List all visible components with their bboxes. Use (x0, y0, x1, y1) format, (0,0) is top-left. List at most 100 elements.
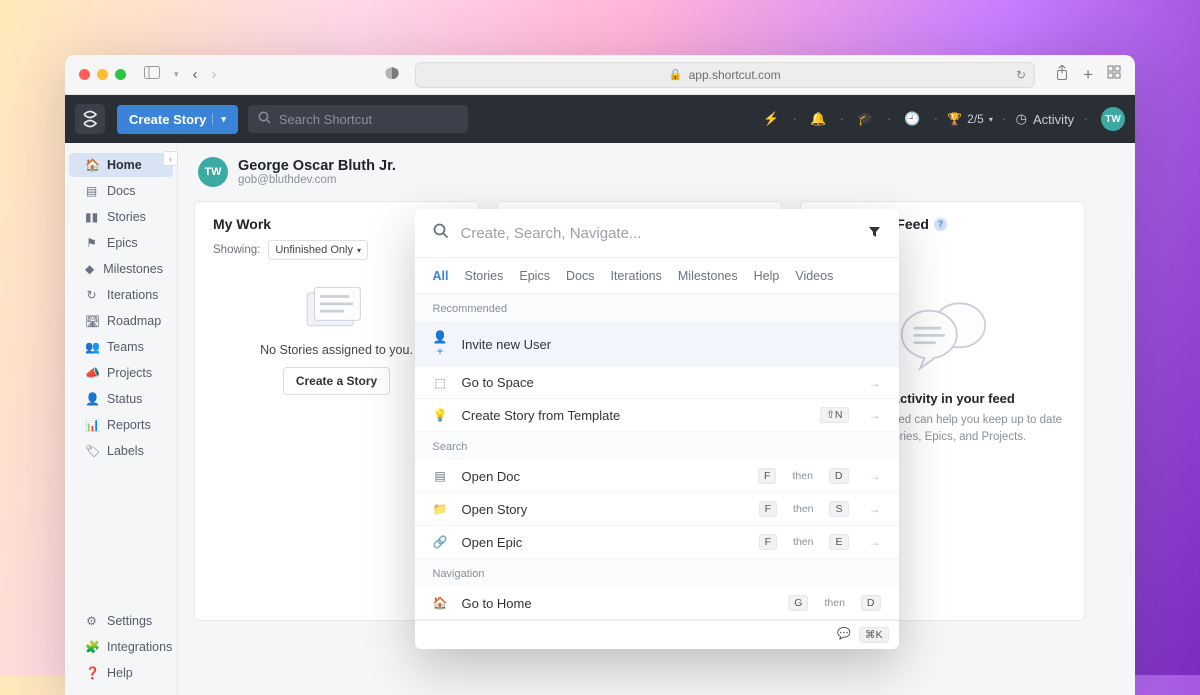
tab-milestones[interactable]: Milestones (678, 269, 738, 283)
forward-icon[interactable]: › (212, 66, 217, 83)
search-input[interactable]: Search Shortcut (248, 105, 468, 133)
sidebar-item-epics[interactable]: ⚑Epics (69, 231, 173, 255)
then-label: then (824, 597, 844, 609)
palette-item-create-template[interactable]: 💡 Create Story from Template ⇧N → (415, 399, 899, 432)
collapse-sidebar-icon[interactable]: ‹ (163, 151, 178, 166)
minimize-window-icon[interactable] (97, 69, 108, 80)
sidebar-item-label: Roadmap (107, 314, 161, 328)
bell-icon[interactable]: 🔔 (806, 111, 830, 127)
sidebar-item-reports[interactable]: 📊Reports (69, 413, 173, 437)
chevron-down-icon[interactable]: ▾ (212, 114, 226, 125)
browser-nav: ▾ ‹ › (144, 66, 217, 84)
sidebar-item-stories[interactable]: ▮▮Stories (69, 205, 173, 229)
then-label: then (793, 536, 813, 548)
sidebar-item-status[interactable]: 👤Status (69, 387, 173, 411)
then-label: then (793, 503, 813, 515)
tab-stories[interactable]: Stories (464, 269, 503, 283)
create-story-button[interactable]: Create a Story (283, 367, 390, 395)
tab-epics[interactable]: Epics (519, 269, 550, 283)
url-bar[interactable]: 🔒 app.shortcut.com ↻ (415, 62, 1036, 88)
palette-item-label: Create Story from Template (462, 408, 807, 423)
close-window-icon[interactable] (79, 69, 90, 80)
back-icon[interactable]: ‹ (193, 66, 198, 83)
arrow-right-icon: → (869, 408, 881, 422)
space-icon: ⬚ (433, 376, 448, 390)
info-icon[interactable]: ? (934, 218, 947, 231)
privacy-icon[interactable] (385, 66, 399, 83)
sidebar-item-help[interactable]: ❓Help (69, 661, 173, 685)
gear-icon: ⚙ (85, 614, 98, 628)
sidebar-toggle-icon[interactable] (144, 66, 160, 84)
tab-iterations[interactable]: Iterations (610, 269, 661, 283)
create-story-button[interactable]: Create Story ▾ (117, 105, 238, 134)
keycap: D (861, 595, 881, 611)
showing-select[interactable]: Unfinished Only ▾ (268, 240, 368, 260)
refresh-icon[interactable]: ↻ (1016, 68, 1026, 82)
avatar: TW (198, 157, 228, 187)
chevron-down-icon[interactable]: ▾ (174, 69, 179, 80)
sidebar-item-milestones[interactable]: ◆Milestones (69, 257, 173, 281)
palette-item-go-home[interactable]: 🏠 Go to Home G then D (415, 587, 899, 620)
tab-videos[interactable]: Videos (795, 269, 833, 283)
palette-footer: 💬 ⌘K (415, 620, 899, 649)
sidebar-item-iterations[interactable]: ↻Iterations (69, 283, 173, 307)
sidebar-item-label: Integrations (107, 640, 172, 654)
filter-icon[interactable] (868, 225, 881, 241)
palette-item-label: Go to Space (462, 375, 849, 390)
team-icon: 👥 (85, 340, 98, 354)
browser-chrome: ▾ ‹ › 🔒 app.shortcut.com ↻ + (65, 55, 1135, 95)
sidebar-item-roadmap[interactable]: 🛣 Roadmap (69, 309, 173, 333)
palette-item-open-doc[interactable]: ▤ Open Doc F then D → (415, 460, 899, 493)
clock-icon[interactable]: 🕘 (900, 111, 924, 127)
keycap: ⇧N (820, 407, 848, 423)
new-tab-icon[interactable]: + (1083, 65, 1093, 85)
sidebar-item-teams[interactable]: 👥Teams (69, 335, 173, 359)
keycap: F (759, 534, 777, 550)
tabs-grid-icon[interactable] (1107, 65, 1121, 85)
avatar[interactable]: TW (1101, 107, 1125, 131)
folder-icon: 📁 (433, 502, 448, 516)
progress-indicator[interactable]: 🏆 2/5 ▾ (947, 112, 993, 126)
sidebar-item-settings[interactable]: ⚙Settings (69, 609, 173, 633)
activity-link[interactable]: ◷ Activity (1016, 111, 1075, 127)
palette-item-invite-user[interactable]: 👤+ Invite new User (415, 322, 899, 367)
sidebar-item-labels[interactable]: 🏷Labels (69, 439, 173, 463)
palette-item-open-story[interactable]: 📁 Open Story F then S → (415, 493, 899, 526)
home-icon: 🏠 (85, 158, 98, 172)
road-icon: 🛣 (85, 314, 98, 328)
search-icon (258, 111, 271, 127)
tab-all[interactable]: All (433, 269, 449, 283)
section-recommended: Recommended (415, 294, 899, 322)
sidebar-item-docs[interactable]: ▤Docs (69, 179, 173, 203)
palette-item-label: Open Epic (462, 535, 745, 550)
report-icon: 📊 (85, 418, 98, 432)
activity-label: Activity (1033, 112, 1074, 127)
traffic-lights (79, 69, 126, 80)
sidebar-item-label: Milestones (103, 262, 163, 276)
maximize-window-icon[interactable] (115, 69, 126, 80)
bolt-icon[interactable]: ⚡ (759, 111, 783, 127)
lock-icon: 🔒 (669, 68, 683, 81)
palette-item-open-epic[interactable]: 🔗 Open Epic F then E → (415, 526, 899, 559)
command-palette: All Stories Epics Docs Iterations Milest… (415, 209, 899, 649)
logo-icon[interactable] (75, 104, 105, 134)
sidebar-item-integrations[interactable]: 🧩Integrations (69, 635, 173, 659)
stories-icon: ▮▮ (85, 210, 98, 224)
keycap: G (788, 595, 808, 611)
create-story-label: Create Story (129, 112, 206, 127)
palette-item-go-space[interactable]: ⬚ Go to Space → (415, 367, 899, 399)
sidebar: ‹ 🏠Home ▤Docs ▮▮Stories ⚑Epics ◆Mileston… (65, 143, 178, 695)
graduation-icon[interactable]: 🎓 (853, 111, 877, 127)
arrow-right-icon: → (869, 535, 881, 549)
sidebar-item-projects[interactable]: 📣Projects (69, 361, 173, 385)
tab-help[interactable]: Help (754, 269, 780, 283)
keycap: ⌘K (859, 627, 889, 643)
bulb-icon: 💡 (433, 408, 448, 422)
feedback-icon[interactable]: 💬 (837, 627, 851, 643)
url-text: app.shortcut.com (689, 68, 781, 82)
tab-docs[interactable]: Docs (566, 269, 594, 283)
palette-search-input[interactable] (461, 225, 856, 242)
doc-icon: ▤ (433, 469, 448, 483)
sidebar-item-home[interactable]: 🏠Home (69, 153, 173, 177)
share-icon[interactable] (1055, 65, 1069, 85)
